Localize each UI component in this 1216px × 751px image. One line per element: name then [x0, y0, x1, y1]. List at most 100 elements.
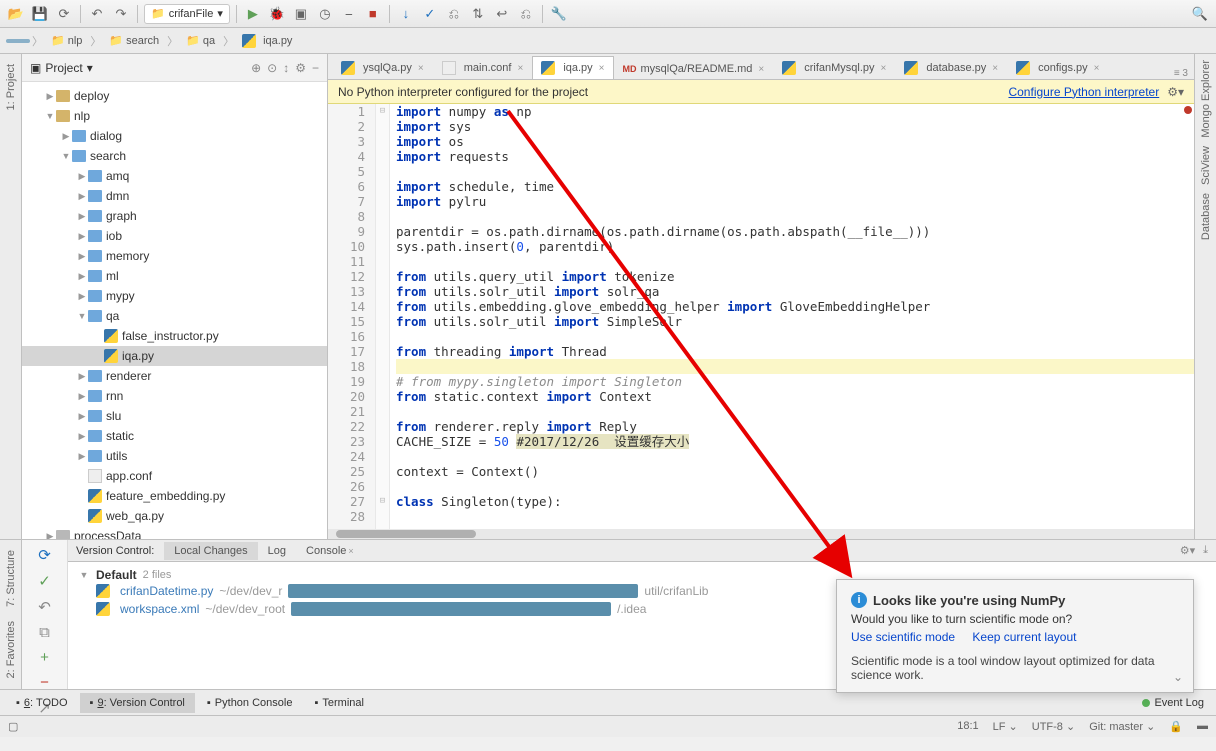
- encoding[interactable]: UTF-8 ⌄: [1032, 720, 1075, 733]
- bottom-tab[interactable]: ▪9: Version Control: [80, 693, 195, 713]
- target-icon[interactable]: ⊙: [267, 61, 277, 75]
- tree-node[interactable]: ▶rnn: [22, 386, 327, 406]
- refresh-icon[interactable]: ⟳: [34, 546, 56, 564]
- vc-tab-local-changes[interactable]: Local Changes: [164, 542, 257, 560]
- expand-icon[interactable]: ↕: [283, 61, 289, 75]
- configure-interpreter-link[interactable]: Configure Python interpreter: [1008, 85, 1159, 99]
- tree-node[interactable]: ▶iob: [22, 226, 327, 246]
- close-icon[interactable]: ×: [992, 63, 998, 74]
- close-icon[interactable]: ×: [1094, 63, 1100, 74]
- project-panel-title[interactable]: ▣ Project ▾: [30, 61, 93, 75]
- keep-layout-link[interactable]: Keep current layout: [972, 630, 1076, 644]
- vc-tab-log[interactable]: Log: [258, 542, 296, 560]
- profile-icon[interactable]: ◷: [315, 4, 335, 24]
- diff-icon[interactable]: ⧉: [34, 624, 56, 641]
- tree-node[interactable]: ▶slu: [22, 406, 327, 426]
- cursor-position[interactable]: 18:1: [957, 720, 978, 733]
- hide-icon[interactable]: −: [312, 61, 319, 75]
- close-icon[interactable]: ×: [418, 63, 424, 74]
- close-icon[interactable]: ×: [881, 63, 887, 74]
- coverage-icon[interactable]: ▣: [291, 4, 311, 24]
- tree-node[interactable]: ▼nlp: [22, 106, 327, 126]
- redo-icon[interactable]: ↷: [111, 4, 131, 24]
- code-text[interactable]: import numpy as npimport sysimport osimp…: [390, 104, 1194, 529]
- concurrency-icon[interactable]: ⎯: [339, 4, 359, 24]
- delete-icon[interactable]: −: [34, 674, 56, 691]
- close-icon[interactable]: ×: [599, 63, 605, 74]
- tree-node[interactable]: ▶graph: [22, 206, 327, 226]
- tree-node[interactable]: ▶dialog: [22, 126, 327, 146]
- status-icon[interactable]: ▢: [8, 720, 18, 733]
- tree-node[interactable]: feature_embedding.py: [22, 486, 327, 506]
- database-button[interactable]: Database: [1200, 193, 1212, 240]
- horizontal-scrollbar[interactable]: [328, 529, 1194, 539]
- tree-node[interactable]: ▼search: [22, 146, 327, 166]
- fold-gutter[interactable]: ⊟⊟: [376, 104, 390, 529]
- bottom-tab[interactable]: ▪Python Console: [197, 693, 303, 713]
- vcs-branch-icon[interactable]: ⎌: [516, 4, 536, 24]
- tree-node[interactable]: ▶static: [22, 426, 327, 446]
- line-separator[interactable]: LF ⌄: [993, 720, 1018, 733]
- tree-node[interactable]: ▶ml: [22, 266, 327, 286]
- vcs-history-icon[interactable]: ⎌: [444, 4, 464, 24]
- vcs-push-icon[interactable]: ↩: [492, 4, 512, 24]
- tree-node[interactable]: ▶renderer: [22, 366, 327, 386]
- refresh-icon[interactable]: ⟳: [54, 4, 74, 24]
- close-icon[interactable]: ×: [348, 546, 353, 556]
- sciview-button[interactable]: SciView: [1200, 146, 1212, 185]
- editor-tab[interactable]: configs.py×: [1007, 56, 1108, 79]
- breadcrumb-file[interactable]: iqa.py: [236, 32, 298, 50]
- code-editor[interactable]: 1234567891011121314151617181920212223242…: [328, 104, 1194, 529]
- vcs-update-icon[interactable]: ↓: [396, 4, 416, 24]
- project-tree[interactable]: ▶deploy▼nlp▶dialog▼search▶amq▶dmn▶graph▶…: [22, 82, 327, 539]
- chevron-down-icon[interactable]: ⌄: [1173, 670, 1183, 684]
- editor-tab[interactable]: MDmysqlQa/README.md×: [614, 58, 774, 79]
- tree-node[interactable]: ▶memory: [22, 246, 327, 266]
- tree-node[interactable]: ▶mypy: [22, 286, 327, 306]
- bottom-tab[interactable]: ▪6: TODO: [6, 693, 78, 713]
- favorites-tool-button[interactable]: 2: Favorites: [5, 621, 17, 678]
- editor-tab[interactable]: ysqlQa.py×: [332, 56, 433, 79]
- breadcrumb-item[interactable]: 📁nlp: [45, 32, 88, 49]
- use-scientific-mode-link[interactable]: Use scientific mode: [851, 630, 955, 644]
- vcs-commit-icon[interactable]: ✓: [420, 4, 440, 24]
- project-tool-button[interactable]: 1: Project: [5, 64, 17, 110]
- changelist-icon[interactable]: +: [34, 649, 56, 666]
- run-icon[interactable]: ▶: [243, 4, 263, 24]
- git-branch[interactable]: Git: master ⌄: [1089, 720, 1155, 733]
- editor-tab[interactable]: main.conf×: [433, 56, 533, 79]
- search-icon[interactable]: 🔍: [1190, 4, 1210, 24]
- commit-icon[interactable]: ✓: [34, 572, 56, 590]
- vcs-revert-icon[interactable]: ⇅: [468, 4, 488, 24]
- tree-node[interactable]: ▶processData: [22, 526, 327, 539]
- error-stripe-icon[interactable]: [1184, 106, 1192, 114]
- breadcrumb-root[interactable]: [6, 39, 30, 43]
- breadcrumb-item[interactable]: 📁search: [103, 32, 165, 49]
- tree-node[interactable]: ▶amq: [22, 166, 327, 186]
- collapse-icon[interactable]: ⊕: [251, 61, 261, 75]
- revert-icon[interactable]: ↶: [34, 598, 56, 616]
- editor-tab[interactable]: database.py×: [895, 56, 1007, 79]
- settings-icon[interactable]: 🔧: [549, 4, 569, 24]
- tree-node[interactable]: ▼qa: [22, 306, 327, 326]
- mongo-explorer-button[interactable]: Mongo Explorer: [1200, 60, 1212, 138]
- gear-icon[interactable]: ⚙▾: [1180, 544, 1195, 557]
- debug-icon[interactable]: 🐞: [267, 4, 287, 24]
- lock-icon[interactable]: 🔒: [1169, 720, 1183, 733]
- open-icon[interactable]: 📂: [6, 4, 26, 24]
- tree-node[interactable]: web_qa.py: [22, 506, 327, 526]
- structure-tool-button[interactable]: 7: Structure: [5, 550, 17, 607]
- breadcrumb-item[interactable]: 📁qa: [180, 32, 221, 49]
- editor-tab[interactable]: iqa.py×: [532, 56, 613, 79]
- tree-node[interactable]: ▶deploy: [22, 86, 327, 106]
- stop-icon[interactable]: ■: [363, 4, 383, 24]
- gear-icon[interactable]: ⚙: [295, 61, 306, 75]
- close-icon[interactable]: ×: [517, 63, 523, 74]
- tree-node[interactable]: false_instructor.py: [22, 326, 327, 346]
- tree-node[interactable]: ▶utils: [22, 446, 327, 466]
- memory-icon[interactable]: ▬: [1197, 720, 1208, 733]
- save-icon[interactable]: 💾: [30, 4, 50, 24]
- event-log-button[interactable]: Event Log: [1154, 697, 1204, 709]
- undo-icon[interactable]: ↶: [87, 4, 107, 24]
- run-config-dropdown[interactable]: 📁 crifanFile ▾: [144, 4, 230, 24]
